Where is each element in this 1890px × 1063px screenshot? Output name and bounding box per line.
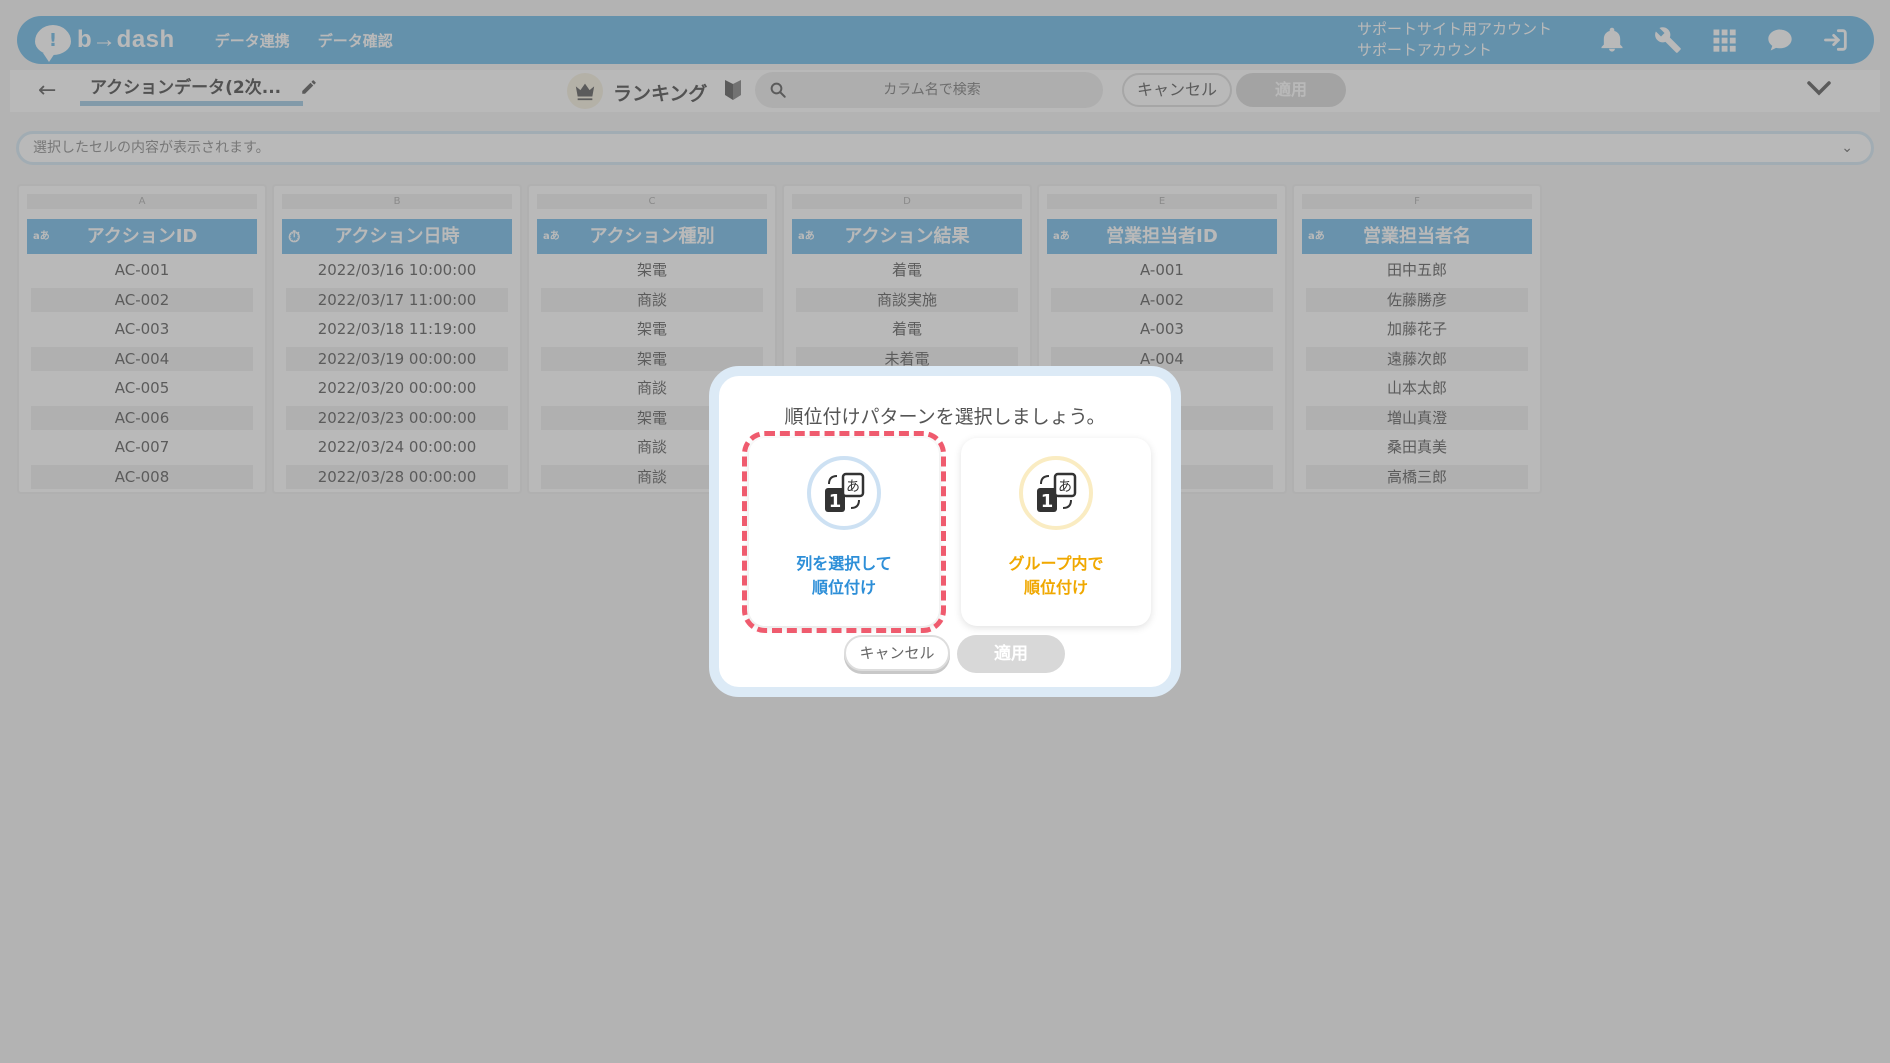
svg-text:あ: あ [1058, 479, 1072, 495]
rank-sort-icon: 1 あ [807, 456, 881, 530]
ranking-pattern-dialog: 順位付けパターンを選択しましょう。 1 あ 列を選択して 順位付け 1 あ グル… [709, 366, 1181, 697]
option-label: グループ内で 順位付け [961, 552, 1151, 600]
dialog-title: 順位付けパターンを選択しましょう。 [784, 406, 1106, 428]
dialog-apply-button[interactable]: 適用 [957, 635, 1065, 673]
svg-text:1: 1 [1041, 491, 1054, 512]
svg-text:1: 1 [829, 491, 842, 512]
option-label-line1: 列を選択して [796, 554, 892, 573]
rank-within-group-option[interactable]: 1 あ グループ内で 順位付け [961, 438, 1151, 626]
svg-text:あ: あ [846, 479, 860, 495]
option-label-line2: 順位付け [811, 578, 876, 597]
dialog-cancel-button[interactable]: キャンセル [844, 635, 950, 671]
option-label-line2: 順位付け [1023, 578, 1088, 597]
rank-sort-icon: 1 あ [1019, 456, 1093, 530]
option-label-line1: グループ内で [1008, 554, 1104, 573]
option-label: 列を選択して 順位付け [749, 552, 939, 600]
rank-by-column-option[interactable]: 1 あ 列を選択して 順位付け [742, 431, 946, 633]
